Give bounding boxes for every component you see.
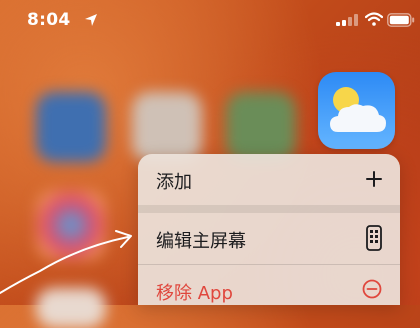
wifi-icon	[365, 12, 383, 26]
menu-item-label: 移除 App	[156, 283, 233, 304]
blurred-app-icon	[36, 92, 106, 162]
status-bar: 8:04	[0, 0, 420, 40]
menu-item-label: 编辑主屏幕	[156, 231, 246, 252]
menu-item-add[interactable]: 添加	[138, 154, 400, 205]
blurred-app-icon	[226, 92, 296, 162]
battery-icon	[387, 13, 415, 27]
context-menu: 添加 编辑主屏幕 移除 App	[138, 154, 400, 305]
menu-item-label: 添加	[156, 172, 192, 193]
weather-app-icon[interactable]	[318, 72, 395, 149]
menu-item-edit-home-screen[interactable]: 编辑主屏幕	[138, 213, 400, 264]
plus-icon	[366, 171, 382, 187]
cellular-signal-icon	[336, 14, 358, 26]
menu-section-divider	[138, 205, 400, 213]
minus-circle-icon	[362, 279, 382, 299]
menu-item-remove-app[interactable]: 移除 App	[138, 265, 400, 305]
location-arrow-icon	[85, 14, 97, 26]
blurred-app-icon	[132, 92, 202, 162]
iphone-apps-icon	[366, 225, 382, 251]
status-time: 8:04	[27, 10, 71, 30]
annotation-arrow	[0, 230, 132, 294]
sun-cloud-icon	[330, 87, 386, 132]
